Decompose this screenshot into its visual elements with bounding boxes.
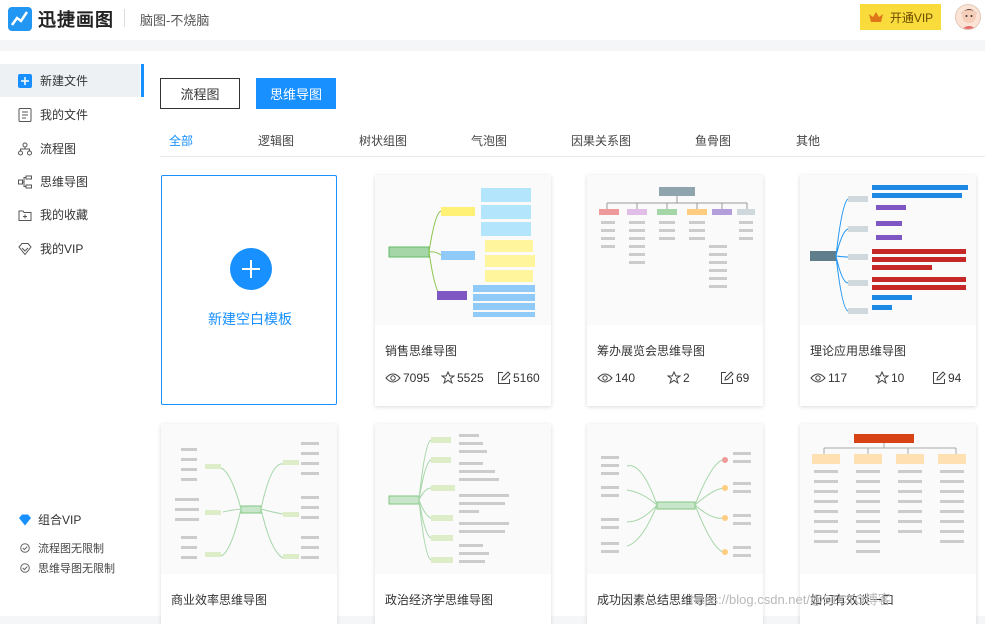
- eye-icon: [810, 373, 826, 383]
- template-card[interactable]: 理论应用思维导图 117 10 94: [800, 175, 976, 406]
- header-divider: [124, 9, 125, 27]
- favorite-icon: [18, 210, 32, 221]
- template-title: 筹办展览会思维导图: [597, 344, 706, 358]
- template-thumbnail: [800, 175, 976, 325]
- tab-logic[interactable]: 逻辑图: [258, 132, 294, 149]
- file-list-icon: [18, 107, 32, 122]
- new-file-icon: [18, 73, 32, 88]
- app-name: 迅捷画图: [38, 10, 114, 30]
- user-avatar[interactable]: [955, 4, 981, 30]
- combo-vip[interactable]: 组合VIP: [18, 511, 81, 528]
- combo-vip-label: 组合VIP: [38, 513, 82, 527]
- sidebar-item-label: 新建文件: [40, 74, 89, 88]
- new-blank-template-label: 新建空白模板: [208, 311, 292, 327]
- stars-stat: 5525: [441, 371, 484, 385]
- feature-flowchart-unlimited: 流程图无限制: [20, 540, 104, 556]
- template-card[interactable]: 政治经济学思维导图: [375, 424, 551, 624]
- template-thumbnail: [161, 424, 337, 574]
- plus-icon: [230, 248, 272, 290]
- flowchart-icon: [18, 142, 32, 155]
- template-thumbnail: [375, 424, 551, 574]
- tab-tree[interactable]: 树状组图: [359, 132, 407, 149]
- template-thumbnail: [375, 175, 551, 325]
- template-thumbnail: [587, 175, 763, 325]
- type-flowchart-button[interactable]: 流程图: [160, 78, 240, 109]
- watermark: https://blog.csdn.net/@51CTO博客: [690, 592, 891, 607]
- sidebar-item-label: 我的收藏: [40, 208, 89, 222]
- template-card[interactable]: 商业效率思维导图: [161, 424, 337, 624]
- eye-icon: [385, 373, 401, 383]
- feature-mindmap-unlimited: 思维导图无限制: [20, 560, 115, 576]
- template-title: 商业效率思维导图: [171, 593, 268, 607]
- edit-icon: [498, 371, 511, 384]
- stars-stat: 2: [667, 371, 690, 385]
- tab-fishbone[interactable]: 鱼骨图: [695, 132, 731, 149]
- star-icon: [441, 371, 455, 385]
- app-logo[interactable]: 迅捷画图: [8, 6, 114, 32]
- template-card[interactable]: 销售思维导图 7095 5525 5160: [375, 175, 551, 406]
- eye-icon: [597, 373, 613, 383]
- template-thumbnail: [800, 424, 976, 574]
- check-circle-icon: [20, 543, 30, 553]
- template-thumbnail: [587, 424, 763, 574]
- star-icon: [875, 371, 889, 385]
- edits-stat: 69: [720, 371, 749, 385]
- stars-stat: 10: [875, 371, 904, 385]
- type-mindmap-button[interactable]: 思维导图: [256, 78, 336, 109]
- check-circle-icon: [20, 563, 30, 573]
- sidebar-item-my-files[interactable]: 我的文件: [0, 98, 140, 131]
- vip-diamond-icon: [18, 242, 32, 255]
- top-header: 迅捷画图 脑图-不烧脑 开通VIP: [0, 0, 985, 40]
- mindmap-icon: [18, 175, 32, 188]
- category-tabs: 全部 逻辑图 树状组图 气泡图 因果关系图 鱼骨图 其他: [160, 129, 985, 157]
- views-stat: 7095: [385, 371, 430, 385]
- sidebar: 新建文件 我的文件 流程图 思维导图 我的收藏 我的VIP 组合VIP 流程图无…: [0, 51, 144, 616]
- new-blank-template-card[interactable]: 新建空白模板: [161, 175, 337, 405]
- edits-stat: 5160: [497, 371, 540, 385]
- template-card[interactable]: 筹办展览会思维导图 140 2 69: [587, 175, 763, 406]
- tab-other[interactable]: 其他: [796, 132, 820, 149]
- sidebar-item-flowchart[interactable]: 流程图: [0, 132, 140, 165]
- sidebar-item-label: 思维导图: [40, 175, 89, 189]
- sidebar-item-favorites[interactable]: 我的收藏: [0, 198, 140, 231]
- edit-icon: [933, 371, 946, 384]
- sidebar-item-label: 流程图: [40, 142, 77, 156]
- sidebar-item-label: 我的VIP: [40, 242, 84, 256]
- feature-label: 思维导图无限制: [38, 563, 115, 575]
- tab-cause-effect[interactable]: 因果关系图: [571, 132, 631, 149]
- sidebar-item-mindmap[interactable]: 思维导图: [0, 165, 140, 198]
- edits-stat: 94: [932, 371, 961, 385]
- logo-chart-icon: [8, 7, 32, 31]
- open-vip-button[interactable]: 开通VIP: [860, 4, 941, 30]
- views-stat: 140: [597, 371, 635, 385]
- template-title: 政治经济学思维导图: [385, 593, 494, 607]
- diamond-icon: [19, 514, 31, 525]
- template-title: 理论应用思维导图: [810, 344, 907, 358]
- crown-icon: [868, 12, 883, 22]
- sidebar-item-new-file[interactable]: 新建文件: [0, 64, 144, 97]
- feature-label: 流程图无限制: [38, 543, 104, 555]
- template-title: 销售思维导图: [385, 344, 458, 358]
- star-icon: [667, 371, 681, 385]
- tab-bubble[interactable]: 气泡图: [471, 132, 507, 149]
- sidebar-item-my-vip[interactable]: 我的VIP: [0, 232, 140, 265]
- views-stat: 117: [810, 371, 847, 385]
- tab-all[interactable]: 全部: [169, 132, 193, 149]
- edit-icon: [721, 371, 734, 384]
- main-content: 流程图 思维导图 全部 逻辑图 树状组图 气泡图 因果关系图 鱼骨图 其他 新建…: [144, 51, 985, 624]
- app-subtitle: 脑图-不烧脑: [140, 13, 210, 28]
- sidebar-item-label: 我的文件: [40, 108, 89, 122]
- open-vip-label: 开通VIP: [889, 10, 934, 25]
